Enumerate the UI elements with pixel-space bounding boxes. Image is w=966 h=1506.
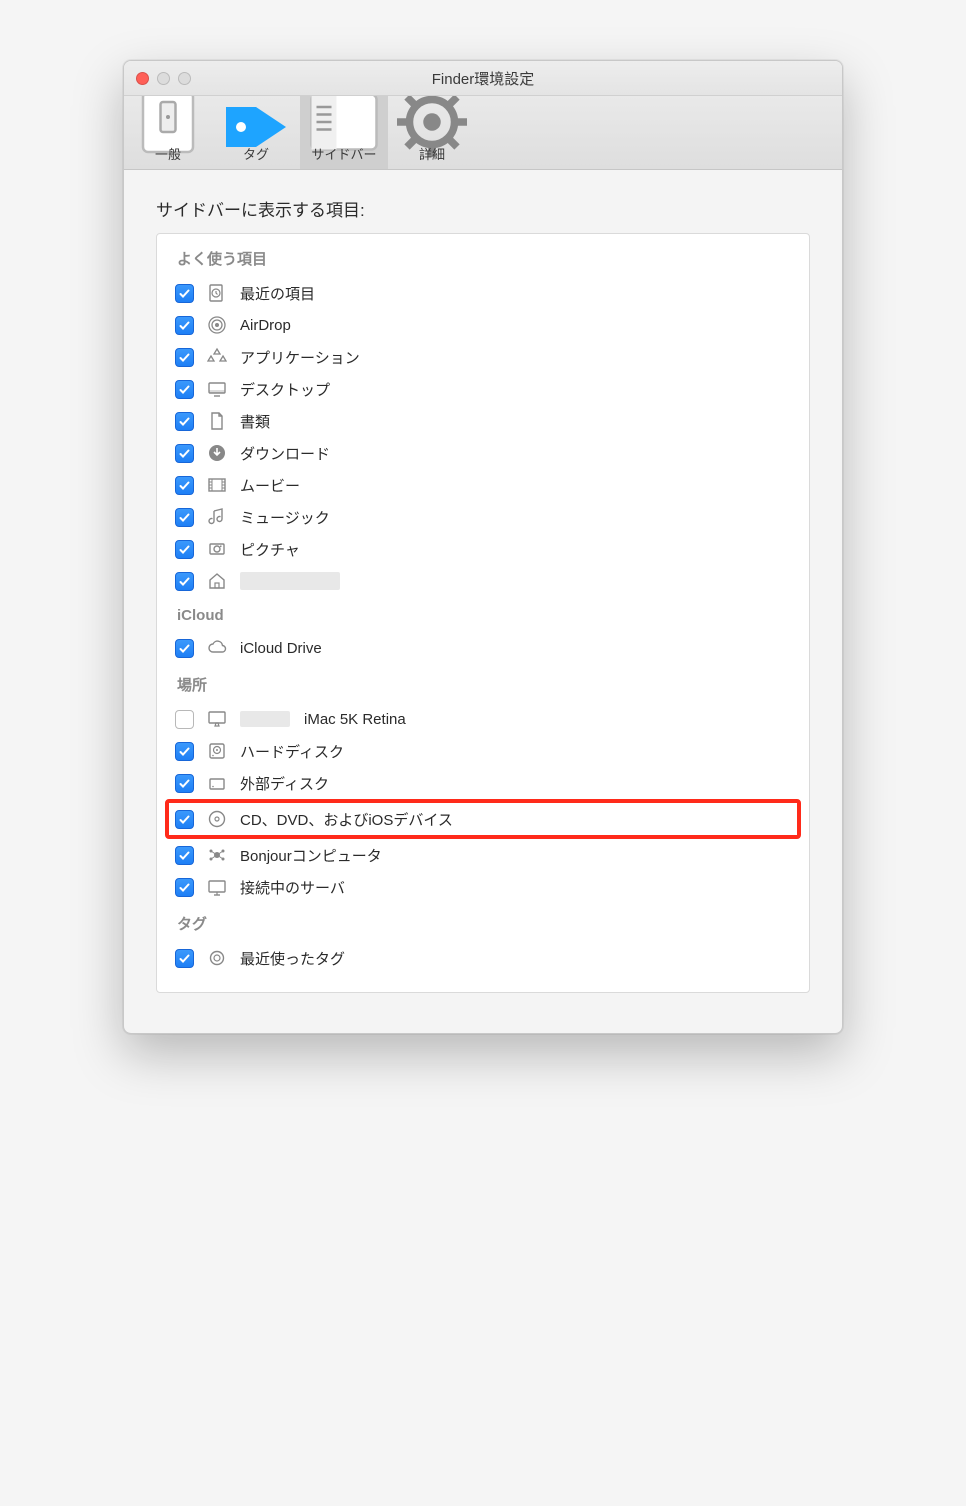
home-icon (206, 570, 228, 592)
preferences-window: Finder環境設定 一般 タグ サイドバー 詳細 サイドバーに表示する項目: … (123, 60, 843, 1034)
sidebar-option-recenttags: 最近使ったタグ (171, 942, 795, 974)
checkbox-desktop[interactable] (175, 380, 194, 399)
group-title-1: iCloud (177, 607, 795, 624)
tag-icon (216, 104, 296, 140)
sidebar-option-extdisk: 外部ディスク (171, 767, 795, 799)
sidebar-option-desktop: デスクトップ (171, 373, 795, 405)
sidebar-option-movies: ムービー (171, 469, 795, 501)
checkbox-hdd[interactable] (175, 742, 194, 761)
sidebar-option-thismac: iMac 5K Retina (171, 703, 795, 735)
option-label: ムービー (240, 475, 300, 496)
tab-advanced[interactable]: 詳細 (388, 96, 476, 169)
checkbox-bonjour[interactable] (175, 846, 194, 865)
redacted-text (240, 711, 290, 727)
checkbox-pictures[interactable] (175, 540, 194, 559)
option-label: iCloud Drive (240, 640, 322, 657)
apps-icon (206, 346, 228, 368)
download-icon (206, 442, 228, 464)
sidebar-option-servers: 接続中のサーバ (171, 871, 795, 903)
redacted-text (240, 572, 340, 590)
titlebar[interactable]: Finder環境設定 (124, 61, 842, 96)
extdisk-icon (206, 772, 228, 794)
general-icon (128, 104, 208, 140)
option-label: 最近使ったタグ (240, 948, 345, 969)
sidebar-icon (304, 104, 384, 140)
checkbox-airdrop[interactable] (175, 316, 194, 335)
sidebar-option-downloads: ダウンロード (171, 437, 795, 469)
checkbox-apps[interactable] (175, 348, 194, 367)
tag-icon (206, 947, 228, 969)
option-label: アプリケーション (240, 347, 360, 368)
bonjour-icon (206, 844, 228, 866)
section-heading: サイドバーに表示する項目: (156, 196, 810, 221)
server-icon (206, 876, 228, 898)
checkbox-music[interactable] (175, 508, 194, 527)
close-button[interactable] (136, 72, 149, 85)
sidebar-option-iclouddrive: iCloud Drive (171, 632, 795, 664)
minimize-button[interactable] (157, 72, 170, 85)
option-label: 接続中のサーバ (240, 877, 345, 898)
picture-icon (206, 538, 228, 560)
option-label: Bonjourコンピュータ (240, 845, 382, 866)
checkbox-recenttags[interactable] (175, 949, 194, 968)
sidebar-option-bonjour: Bonjourコンピュータ (171, 839, 795, 871)
sidebar-option-pictures: ピクチャ (171, 533, 795, 565)
option-label: AirDrop (240, 317, 291, 334)
checkbox-optical[interactable] (175, 810, 194, 829)
option-label: デスクトップ (240, 379, 330, 400)
checkbox-documents[interactable] (175, 412, 194, 431)
option-label: CD、DVD、およびiOSデバイス (240, 809, 453, 830)
checkbox-recents[interactable] (175, 284, 194, 303)
checkbox-servers[interactable] (175, 878, 194, 897)
option-label: 書類 (240, 411, 270, 432)
window-title: Finder環境設定 (136, 68, 830, 89)
zoom-button[interactable] (178, 72, 191, 85)
option-label: ハードディスク (240, 741, 344, 762)
clock-doc-icon (206, 282, 228, 304)
sidebar-option-music: ミュージック (171, 501, 795, 533)
document-icon (206, 410, 228, 432)
sidebar-option-home (171, 565, 795, 597)
tab-tags[interactable]: タグ (212, 96, 300, 169)
sidebar-option-optical: CD、DVD、およびiOSデバイス (167, 801, 799, 837)
checkbox-thismac[interactable] (175, 710, 194, 729)
group-title-2: 場所 (177, 674, 795, 695)
airdrop-icon (206, 314, 228, 336)
checkbox-iclouddrive[interactable] (175, 639, 194, 658)
sidebar-option-hdd: ハードディスク (171, 735, 795, 767)
sidebar-option-recents: 最近の項目 (171, 277, 795, 309)
option-label: ミュージック (240, 507, 330, 528)
toolbar: 一般 タグ サイドバー 詳細 (124, 96, 842, 170)
tab-sidebar[interactable]: サイドバー (300, 96, 388, 169)
movie-icon (206, 474, 228, 496)
checkbox-downloads[interactable] (175, 444, 194, 463)
group-title-3: タグ (177, 913, 795, 934)
sidebar-option-airdrop: AirDrop (171, 309, 795, 341)
content: サイドバーに表示する項目: よく使う項目最近の項目 AirDrop アプリケーション… (124, 170, 842, 1033)
tab-general[interactable]: 一般 (124, 96, 212, 169)
desktop-icon (206, 378, 228, 400)
disc-icon (206, 808, 228, 830)
option-label: ピクチャ (240, 539, 300, 560)
cloud-icon (206, 637, 228, 659)
option-label: 外部ディスク (240, 773, 329, 794)
option-label: 最近の項目 (240, 283, 315, 304)
option-label: ダウンロード (240, 443, 330, 464)
sidebar-option-documents: 書類 (171, 405, 795, 437)
music-icon (206, 506, 228, 528)
gear-icon (392, 104, 472, 140)
imac-icon (206, 708, 228, 730)
checkbox-movies[interactable] (175, 476, 194, 495)
checkbox-home[interactable] (175, 572, 194, 591)
window-controls (136, 72, 191, 85)
checkbox-extdisk[interactable] (175, 774, 194, 793)
group-title-0: よく使う項目 (177, 248, 795, 269)
sidebar-option-apps: アプリケーション (171, 341, 795, 373)
sidebar-items-panel: よく使う項目最近の項目 AirDrop アプリケーションデスクトップ書類ダウンロード… (156, 233, 810, 993)
option-label: iMac 5K Retina (304, 711, 406, 728)
hdd-icon (206, 740, 228, 762)
